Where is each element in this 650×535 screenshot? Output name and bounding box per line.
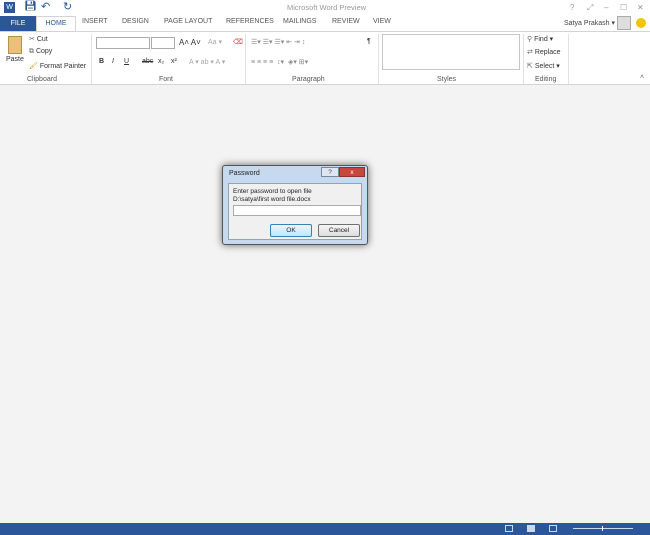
dialog-file-path: D:\satya\first word file.docx (233, 196, 311, 203)
read-mode-icon[interactable] (505, 525, 513, 532)
web-layout-icon[interactable] (549, 525, 557, 532)
ribbon-tabs: INSERT DESIGN PAGE LAYOUT REFERENCES MAI… (0, 16, 650, 31)
clear-formatting-icon[interactable]: ⌫ (233, 38, 243, 46)
word-logo-icon: W (4, 2, 15, 13)
brush-icon: 🖌︎ (29, 63, 38, 70)
zoom-slider-thumb[interactable] (602, 526, 603, 531)
copy-button[interactable]: ⧉ Copy (29, 48, 52, 56)
zoom-slider[interactable] (573, 528, 633, 529)
tab-view[interactable]: VIEW (373, 18, 391, 25)
maximize-button[interactable]: ☐ (620, 3, 627, 12)
dialog-help-button[interactable]: ? (321, 167, 339, 177)
subscript-button[interactable]: x₂ (158, 58, 164, 65)
align-icon[interactable]: ≡ ≡ ≡ ≡ ↕▾ ◈▾ ⊞▾ (251, 58, 308, 66)
underline-button[interactable]: U (124, 58, 129, 65)
change-case-button[interactable]: Aa ▾ (208, 38, 222, 46)
tab-file[interactable]: FILE (0, 16, 36, 31)
dialog-prompt: Enter password to open file (233, 188, 312, 195)
bullets-icon[interactable]: ☰▾ ☰▾ ☰▾ ⇤ ⇥ ↕ (251, 38, 305, 46)
cursor-icon: ⇱ (527, 63, 533, 70)
avatar[interactable] (617, 16, 631, 30)
show-formatting-button[interactable]: ¶ (367, 38, 371, 45)
tab-home[interactable]: HOME (36, 16, 76, 31)
replace-icon: ⇄ (527, 49, 533, 56)
password-dialog: Password ? x Enter password to open file… (222, 165, 368, 245)
smiley-feedback-icon[interactable] (636, 18, 646, 28)
text-effects-icon[interactable]: A ▾ ab ▾ A ▾ (189, 58, 225, 66)
user-name[interactable]: Satya Prakash ▾ (564, 19, 615, 27)
redo-icon[interactable]: ↻ (63, 0, 72, 13)
undo-icon[interactable]: ↶ (41, 0, 50, 13)
status-bar (0, 523, 650, 535)
help-button[interactable]: ? (570, 3, 574, 12)
styles-gallery[interactable] (382, 34, 520, 70)
collapse-ribbon-icon[interactable]: ˄ (640, 74, 644, 81)
font-size-select[interactable] (151, 37, 175, 49)
tab-review[interactable]: REVIEW (332, 18, 360, 25)
font-group-label: Font (159, 76, 174, 83)
bold-button[interactable]: B (99, 58, 104, 65)
tab-design[interactable]: DESIGN (122, 18, 149, 25)
cancel-button[interactable]: Cancel (318, 224, 360, 237)
styles-group-label: Styles (437, 76, 457, 83)
print-layout-icon[interactable] (527, 525, 535, 532)
paste-button[interactable]: Paste (6, 56, 24, 63)
paragraph-group-label: Paragraph (292, 76, 325, 83)
tab-references[interactable]: REFERENCES (226, 18, 274, 25)
find-button[interactable]: ⚲ Find ▾ (527, 35, 553, 43)
tab-mailings[interactable]: MAILINGS (283, 18, 316, 25)
password-input[interactable] (233, 205, 361, 216)
binoculars-icon: ⚲ (527, 36, 533, 43)
format-painter-button[interactable]: 🖌︎ Format Painter (29, 62, 86, 70)
grow-font-button[interactable]: A˄ A˅ (179, 38, 201, 47)
minimize-button[interactable]: – (604, 3, 608, 12)
tab-insert[interactable]: INSERT (82, 18, 108, 25)
font-name-select[interactable] (96, 37, 150, 49)
dialog-body: Enter password to open file D:\satya\fir… (228, 183, 362, 240)
select-button[interactable]: ⇱ Select ▾ (527, 62, 560, 70)
title-bar: W 💾︎ ↶ ↻ Microsoft Word Preview ? ⤢ – ☐ … (0, 0, 650, 16)
save-icon[interactable]: 💾︎ (24, 1, 37, 12)
dialog-close-button[interactable]: x (339, 167, 365, 177)
paste-icon[interactable] (8, 36, 22, 54)
strikethrough-button[interactable]: abc (142, 58, 153, 65)
ok-button[interactable]: OK (270, 224, 312, 237)
italic-button[interactable]: I (112, 58, 114, 65)
copy-icon: ⧉ (29, 48, 34, 55)
clipboard-group-label: Clipboard (27, 76, 57, 83)
cut-button[interactable]: ✂ Cut (29, 35, 48, 43)
scissors-icon: ✂ (29, 36, 35, 43)
replace-button[interactable]: ⇄ Replace (527, 48, 561, 56)
dialog-title: Password (229, 170, 260, 177)
superscript-button[interactable]: x² (171, 58, 177, 65)
editing-group-label: Editing (535, 76, 557, 83)
ribbon-display-button[interactable]: ⤢ (587, 3, 593, 13)
close-button[interactable]: ✕ (637, 3, 644, 12)
tab-page-layout[interactable]: PAGE LAYOUT (164, 18, 212, 25)
window-title: Microsoft Word Preview (287, 3, 367, 12)
